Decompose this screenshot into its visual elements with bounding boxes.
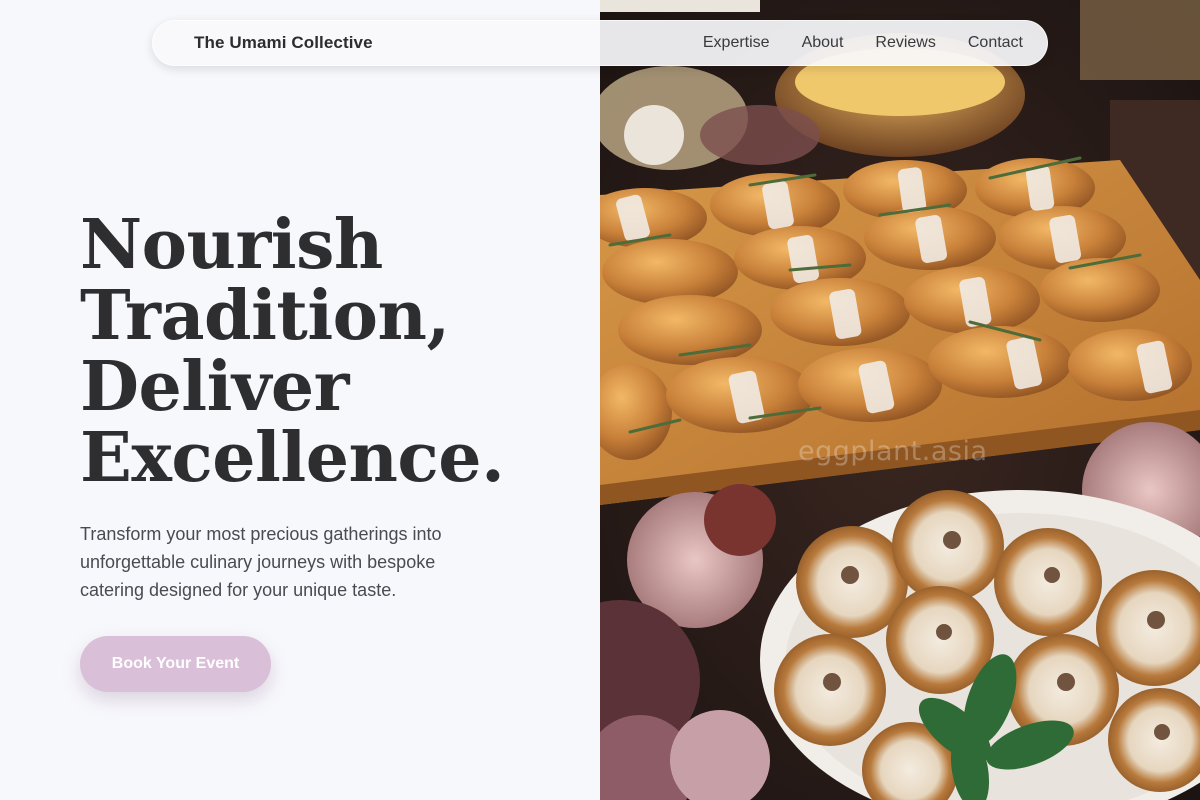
headline-line-2: Tradition, [80, 276, 450, 356]
photo-watermark: eggplant.asia [798, 436, 988, 467]
book-event-button[interactable]: Book Your Event [80, 636, 271, 692]
nav-link-expertise[interactable]: Expertise [703, 34, 770, 52]
nav-link-reviews[interactable]: Reviews [875, 34, 935, 52]
hero-headline: Nourish Tradition, Deliver Excellence. [80, 210, 560, 494]
headline-line-3: Deliver [80, 347, 350, 427]
headline-line-1: Nourish [80, 205, 383, 285]
top-navigation: The Umami Collective Expertise About Rev… [152, 20, 1048, 66]
nav-links: Expertise About Reviews Contact [703, 34, 1023, 52]
hero-food-photo: eggplant.asia [600, 0, 1200, 800]
nav-link-about[interactable]: About [802, 34, 844, 52]
headline-line-4: Excellence. [80, 418, 505, 498]
food-illustration [600, 0, 1200, 800]
nav-link-contact[interactable]: Contact [968, 34, 1023, 52]
brand-logo-text[interactable]: The Umami Collective [194, 33, 373, 53]
hero-description: Transform your most precious gatherings … [80, 524, 442, 600]
